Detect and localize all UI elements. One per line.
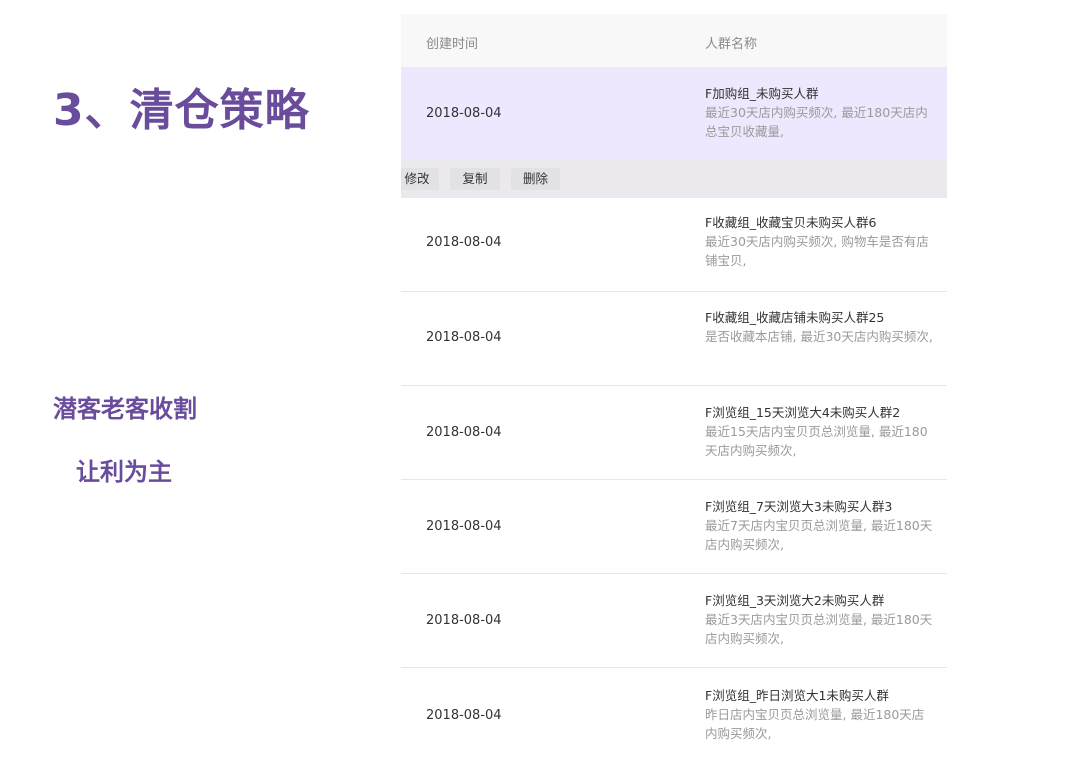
row-group-cell: F浏览组_7天浏览大3未购买人群3 最近7天店内宝贝页总浏览量, 最近180天店… [705, 497, 935, 554]
row-group-desc: 昨日店内宝贝页总浏览量, 最近180天店内购买频次, [705, 707, 925, 741]
row-created-date: 2018-08-04 [426, 235, 502, 250]
row-group-cell: F加购组_未购买人群 最近30天店内购买频次, 最近180天店内总宝贝收藏量, [705, 84, 935, 141]
table-row[interactable]: 2018-08-04 F收藏组_收藏店铺未购买人群25 是否收藏本店铺, 最近3… [401, 292, 947, 386]
row-group-desc: 最近3天店内宝贝页总浏览量, 最近180天店内购买频次, [705, 612, 933, 646]
delete-button[interactable]: 删除 [511, 168, 560, 190]
row-created-date: 2018-08-04 [426, 613, 502, 628]
row-created-date: 2018-08-04 [426, 708, 502, 723]
row-group-cell: F浏览组_3天浏览大2未购买人群 最近3天店内宝贝页总浏览量, 最近180天店内… [705, 591, 935, 648]
table-row[interactable]: 2018-08-04 F浏览组_3天浏览大2未购买人群 最近3天店内宝贝页总浏览… [401, 574, 947, 668]
row-group-desc: 最近15天店内宝贝页总浏览量, 最近180天店内购买频次, [705, 424, 928, 458]
row-group-desc: 最近30天店内购买频次, 最近180天店内总宝贝收藏量, [705, 105, 928, 139]
row-group-name[interactable]: F收藏组_收藏宝贝未购买人群6 [705, 213, 935, 232]
slide-title: 3、清仓策略 [53, 85, 310, 136]
table-row[interactable]: 2018-08-04 F浏览组_15天浏览大4未购买人群2 最近15天店内宝贝页… [401, 386, 947, 480]
row-group-desc: 最近7天店内宝贝页总浏览量, 最近180天店内购买频次, [705, 518, 933, 552]
table-header: 创建时间 人群名称 [401, 14, 947, 67]
row-group-desc: 是否收藏本店铺, 最近30天店内购买频次, [705, 329, 933, 344]
row-created-date: 2018-08-04 [426, 425, 502, 440]
row-created-date: 2018-08-04 [426, 519, 502, 534]
row-group-desc: 最近30天店内购买频次, 购物车是否有店铺宝贝, [705, 234, 929, 268]
row-group-cell: F浏览组_昨日浏览大1未购买人群 昨日店内宝贝页总浏览量, 最近180天店内购买… [705, 686, 935, 743]
column-header-group-name[interactable]: 人群名称 [705, 33, 757, 52]
row-created-date: 2018-08-04 [426, 330, 502, 345]
row-group-cell: F收藏组_收藏宝贝未购买人群6 最近30天店内购买频次, 购物车是否有店铺宝贝, [705, 213, 935, 270]
row-group-name[interactable]: F收藏组_收藏店铺未购买人群25 [705, 308, 935, 327]
row-group-name[interactable]: F加购组_未购买人群 [705, 84, 935, 103]
copy-button[interactable]: 复制 [450, 168, 500, 190]
slide-subtitle-1: 潜客老客收割 [53, 395, 197, 423]
row-action-bar: 修改 复制 删除 [401, 160, 947, 198]
edit-button[interactable]: 修改 [401, 168, 439, 190]
row-group-cell: F浏览组_15天浏览大4未购买人群2 最近15天店内宝贝页总浏览量, 最近180… [705, 403, 935, 460]
slide-subtitle-2: 让利为主 [76, 458, 172, 486]
row-group-name[interactable]: F浏览组_15天浏览大4未购买人群2 [705, 403, 935, 422]
crowd-table: 创建时间 人群名称 2018-08-04 F加购组_未购买人群 最近30天店内购… [401, 14, 947, 773]
row-created-date: 2018-08-04 [426, 106, 502, 121]
row-group-name[interactable]: F浏览组_3天浏览大2未购买人群 [705, 591, 935, 610]
table-row[interactable]: 2018-08-04 F加购组_未购买人群 最近30天店内购买频次, 最近180… [401, 67, 947, 160]
row-group-cell: F收藏组_收藏店铺未购买人群25 是否收藏本店铺, 最近30天店内购买频次, [705, 308, 935, 346]
table-row[interactable]: 2018-08-04 F浏览组_7天浏览大3未购买人群3 最近7天店内宝贝页总浏… [401, 480, 947, 574]
slide: 3、清仓策略 潜客老客收割 让利为主 创建时间 人群名称 2018-08-04 … [0, 0, 1081, 773]
column-header-created-time[interactable]: 创建时间 [426, 33, 478, 52]
table-row[interactable]: 2018-08-04 F浏览组_昨日浏览大1未购买人群 昨日店内宝贝页总浏览量,… [401, 668, 947, 761]
table-row[interactable]: 2018-08-04 F收藏组_收藏宝贝未购买人群6 最近30天店内购买频次, … [401, 198, 947, 292]
row-group-name[interactable]: F浏览组_7天浏览大3未购买人群3 [705, 497, 935, 516]
row-group-name[interactable]: F浏览组_昨日浏览大1未购买人群 [705, 686, 935, 705]
